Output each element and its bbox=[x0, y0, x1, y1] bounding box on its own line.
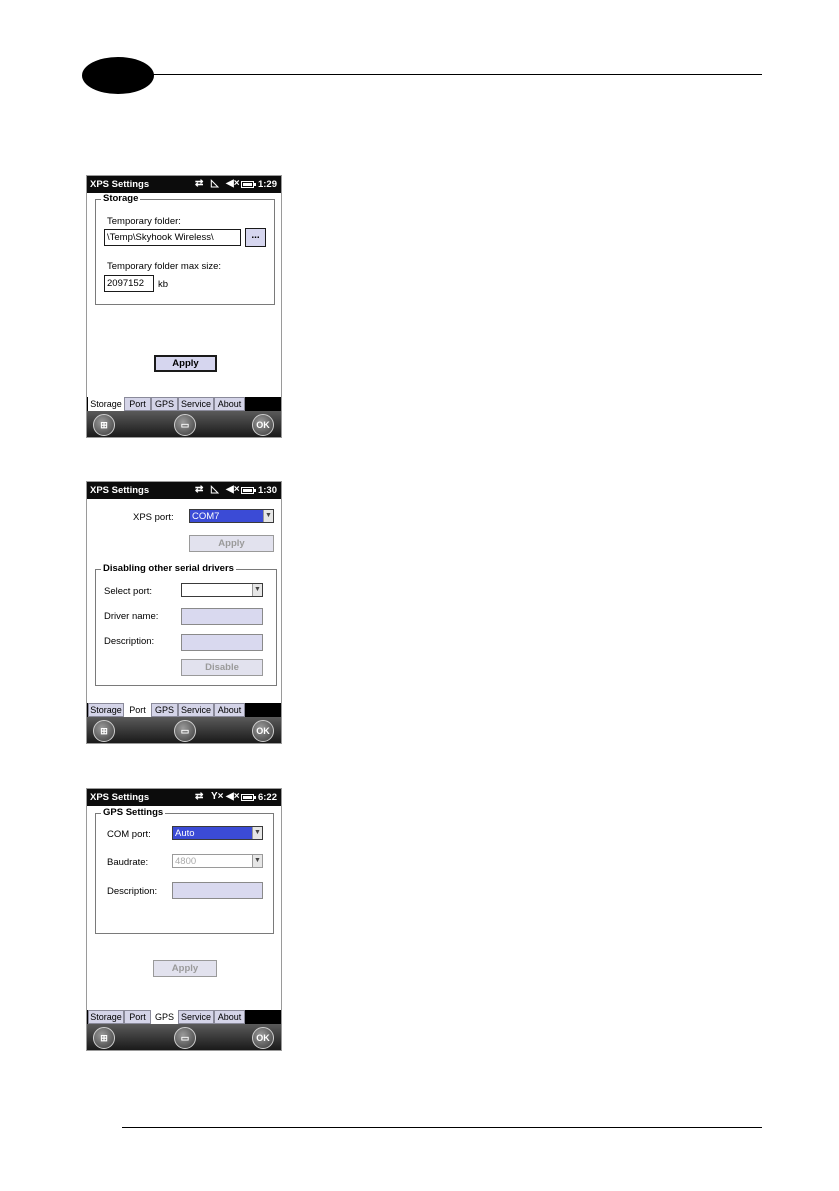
baudrate-value: 4800 bbox=[175, 856, 197, 867]
battery-icon bbox=[241, 487, 256, 494]
tab-service[interactable]: Service bbox=[178, 397, 214, 411]
temp-folder-label: Temporary folder: bbox=[107, 216, 181, 227]
keyboard-icon[interactable]: ▭ bbox=[174, 720, 196, 742]
tab-port[interactable]: Port bbox=[124, 1010, 151, 1024]
tab-storage[interactable]: Storage bbox=[88, 397, 124, 411]
title-bar: XPS Settings ⇄ ◺ ◀× 1:29 bbox=[87, 176, 281, 193]
keyboard-icon[interactable]: ▭ bbox=[174, 1027, 196, 1049]
tab-storage[interactable]: Storage bbox=[88, 1010, 124, 1024]
max-size-unit: kb bbox=[158, 279, 169, 290]
description-label: Description: bbox=[107, 886, 158, 897]
windows-start-icon[interactable]: ⊞ bbox=[93, 414, 115, 436]
tab-storage[interactable]: Storage bbox=[88, 703, 124, 717]
chevron-down-icon[interactable]: ▼ bbox=[252, 584, 262, 596]
storage-group-title: Storage bbox=[101, 193, 141, 204]
app-title: XPS Settings bbox=[90, 179, 150, 190]
signal-icon: ◺ bbox=[211, 178, 219, 189]
disable-button[interactable]: Disable bbox=[181, 659, 263, 676]
tab-bar: Storage Port GPS Service About bbox=[87, 1010, 281, 1024]
description-field bbox=[172, 882, 263, 899]
baudrate-select[interactable]: 4800 ▼ bbox=[172, 854, 263, 868]
chevron-down-icon[interactable]: ▼ bbox=[263, 510, 273, 522]
volume-muted-icon[interactable]: ◀× bbox=[226, 178, 240, 190]
browse-button[interactable]: ... bbox=[245, 228, 266, 247]
description-label: Description: bbox=[104, 636, 155, 647]
screenshot-port: XPS Settings ⇄ ◺ ◀× 1:30 XPS port: COM7 … bbox=[86, 481, 282, 744]
app-title: XPS Settings bbox=[90, 485, 150, 496]
title-bar: XPS Settings ⇄ Y× ◀× 6:22 bbox=[87, 789, 281, 806]
tab-gps[interactable]: GPS bbox=[151, 1010, 178, 1024]
tab-gps[interactable]: GPS bbox=[151, 397, 178, 411]
tab-bar: Storage Port GPS Service About bbox=[87, 703, 281, 717]
tab-port[interactable]: Port bbox=[124, 703, 151, 717]
tab-service[interactable]: Service bbox=[178, 1010, 214, 1024]
tab-bar: Storage Port GPS Service About bbox=[87, 397, 281, 411]
gps-apply-button[interactable]: Apply bbox=[153, 960, 217, 977]
windows-start-icon[interactable]: ⊞ bbox=[93, 720, 115, 742]
keyboard-icon[interactable]: ▭ bbox=[174, 414, 196, 436]
chevron-down-icon[interactable]: ▼ bbox=[252, 827, 262, 839]
max-size-label: Temporary folder max size: bbox=[107, 261, 222, 272]
apply-button[interactable]: Apply bbox=[154, 355, 217, 372]
xps-port-value: COM7 bbox=[192, 511, 220, 522]
driver-name-field bbox=[181, 608, 263, 625]
serial-drivers-group-title: Disabling other serial drivers bbox=[101, 563, 236, 574]
volume-muted-icon[interactable]: ◀× bbox=[226, 484, 240, 496]
signal-icon: Y× bbox=[211, 791, 224, 802]
xps-port-select[interactable]: COM7 ▼ bbox=[189, 509, 274, 523]
header-rule bbox=[152, 74, 762, 75]
screenshot-gps: XPS Settings ⇄ Y× ◀× 6:22 GPS Settings C… bbox=[86, 788, 282, 1051]
max-size-input[interactable]: 2097152 bbox=[104, 275, 154, 292]
windows-start-icon[interactable]: ⊞ bbox=[93, 1027, 115, 1049]
clock[interactable]: 6:22 bbox=[258, 792, 277, 803]
com-port-label: COM port: bbox=[107, 829, 151, 840]
clock[interactable]: 1:29 bbox=[258, 179, 277, 190]
ok-button[interactable]: OK bbox=[252, 1027, 274, 1049]
driver-name-label: Driver name: bbox=[104, 611, 159, 622]
connectivity-icon: ⇄ bbox=[195, 791, 204, 802]
description-field bbox=[181, 634, 263, 651]
tab-gps[interactable]: GPS bbox=[151, 703, 178, 717]
signal-icon: ◺ bbox=[211, 484, 219, 495]
title-bar: XPS Settings ⇄ ◺ ◀× 1:30 bbox=[87, 482, 281, 499]
ok-button[interactable]: OK bbox=[252, 414, 274, 436]
ok-button[interactable]: OK bbox=[252, 720, 274, 742]
com-port-value: Auto bbox=[175, 828, 195, 839]
clock[interactable]: 1:30 bbox=[258, 485, 277, 496]
connectivity-icon: ⇄ bbox=[195, 178, 204, 189]
battery-icon bbox=[241, 794, 256, 801]
connectivity-icon: ⇄ bbox=[195, 484, 204, 495]
soft-key-bar: ⊞ ▭ OK bbox=[87, 717, 281, 743]
gps-settings-group-title: GPS Settings bbox=[101, 807, 166, 818]
tab-about[interactable]: About bbox=[214, 703, 245, 717]
footer-rule bbox=[122, 1127, 762, 1128]
tab-port[interactable]: Port bbox=[124, 397, 151, 411]
xps-port-label: XPS port: bbox=[133, 512, 174, 523]
select-port-label: Select port: bbox=[104, 586, 153, 597]
tab-about[interactable]: About bbox=[214, 1010, 245, 1024]
com-port-select[interactable]: Auto ▼ bbox=[172, 826, 263, 840]
select-port-select[interactable]: ▼ bbox=[181, 583, 263, 597]
soft-key-bar: ⊞ ▭ OK bbox=[87, 411, 281, 437]
tab-service[interactable]: Service bbox=[178, 703, 214, 717]
chevron-down-icon[interactable]: ▼ bbox=[252, 855, 262, 867]
temp-folder-input[interactable]: \Temp\Skyhook Wireless\ bbox=[104, 229, 241, 246]
tab-about[interactable]: About bbox=[214, 397, 245, 411]
app-title: XPS Settings bbox=[90, 792, 150, 803]
soft-key-bar: ⊞ ▭ OK bbox=[87, 1024, 281, 1050]
battery-icon bbox=[241, 181, 256, 188]
chapter-tab bbox=[82, 57, 154, 94]
screenshot-storage: XPS Settings ⇄ ◺ ◀× 1:29 Storage Tempora… bbox=[86, 175, 282, 438]
port-apply-button[interactable]: Apply bbox=[189, 535, 274, 552]
volume-muted-icon[interactable]: ◀× bbox=[226, 791, 240, 803]
baudrate-label: Baudrate: bbox=[107, 857, 149, 868]
